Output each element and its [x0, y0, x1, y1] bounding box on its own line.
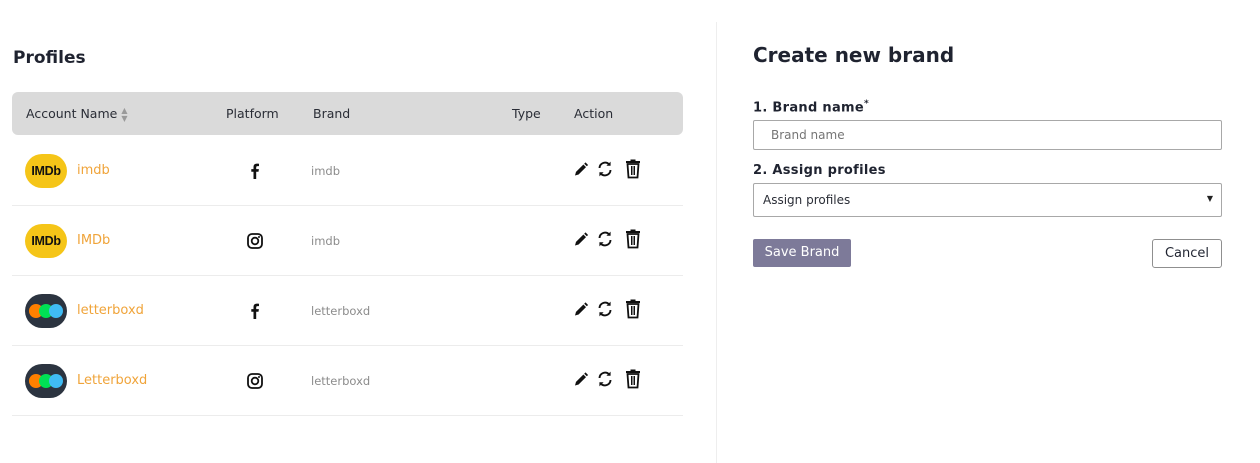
refresh-icon[interactable] [596, 158, 614, 180]
profiles-title: Profiles [13, 48, 86, 68]
trash-icon[interactable] [624, 158, 642, 180]
instagram-icon [244, 370, 266, 392]
blue-dot [49, 374, 63, 388]
letterboxd-logo-icon [25, 294, 67, 328]
column-header-account-name[interactable]: Account Name ▲ ▼ [26, 92, 127, 135]
account-name-link[interactable]: letterboxd [77, 276, 144, 346]
account-name-link[interactable]: IMDb [77, 206, 110, 276]
brand-cell: imdb [311, 234, 340, 248]
brand-name-input[interactable] [753, 120, 1222, 150]
column-header-account-name-label: Account Name [26, 106, 118, 121]
assign-profiles-select[interactable]: Assign profiles ▼ [753, 183, 1222, 217]
row-actions [572, 368, 652, 390]
required-marker: * [863, 99, 869, 109]
save-brand-button[interactable]: Save Brand [753, 239, 851, 267]
pencil-icon[interactable] [572, 298, 590, 320]
pencil-icon[interactable] [572, 368, 590, 390]
trash-icon[interactable] [624, 298, 642, 320]
table-row: letterboxd letterboxd [12, 276, 683, 346]
pencil-icon[interactable] [572, 228, 590, 250]
avatar-label: IMDb [31, 234, 61, 248]
assign-profiles-label: 2. Assign profiles [753, 163, 886, 178]
letterboxd-logo-icon [25, 364, 67, 398]
table-header: Account Name ▲ ▼ Platform Brand Type Actio… [12, 92, 683, 135]
column-header-action: Action [574, 106, 614, 121]
brand-name-label-text: 1. Brand name [753, 100, 864, 116]
refresh-icon[interactable] [596, 368, 614, 390]
refresh-icon[interactable] [596, 228, 614, 250]
pencil-icon[interactable] [572, 158, 590, 180]
assign-profiles-value: Assign profiles [763, 193, 851, 207]
table-row: IMDb imdb imdb [12, 136, 683, 206]
row-actions [572, 228, 652, 250]
facebook-icon [244, 300, 266, 322]
account-name-link[interactable]: imdb [77, 136, 110, 206]
table-row: IMDb IMDb imdb [12, 206, 683, 276]
brand-cell: letterboxd [311, 304, 371, 318]
instagram-icon [244, 230, 266, 252]
blue-dot [49, 304, 63, 318]
column-header-brand: Brand [313, 106, 351, 121]
refresh-icon[interactable] [596, 298, 614, 320]
account-name-link[interactable]: Letterboxd [77, 346, 147, 416]
row-actions [572, 158, 652, 180]
table-row: Letterboxd letterboxd [12, 346, 683, 416]
facebook-icon [244, 160, 266, 182]
trash-icon[interactable] [624, 368, 642, 390]
create-brand-panel: Create new brand 1. Brand name* 2. Assig… [717, 0, 1260, 463]
imdb-logo-icon: IMDb [25, 224, 67, 258]
brand-cell: imdb [311, 164, 340, 178]
brand-cell: letterboxd [311, 374, 371, 388]
imdb-logo-icon: IMDb [25, 154, 67, 188]
avatar-label: IMDb [31, 164, 61, 178]
profiles-panel: Profiles Account Name ▲ ▼ Platform Brand T… [0, 0, 716, 463]
caret-down-icon: ▼ [1206, 194, 1213, 203]
row-actions [572, 298, 652, 320]
cancel-button[interactable]: Cancel [1152, 239, 1222, 268]
column-header-platform: Platform [226, 106, 279, 121]
sort-icon[interactable]: ▲ ▼ [121, 106, 127, 123]
trash-icon[interactable] [624, 228, 642, 250]
create-brand-title: Create new brand [753, 43, 955, 67]
brand-name-label: 1. Brand name* [753, 99, 869, 115]
column-header-type: Type [512, 106, 541, 121]
